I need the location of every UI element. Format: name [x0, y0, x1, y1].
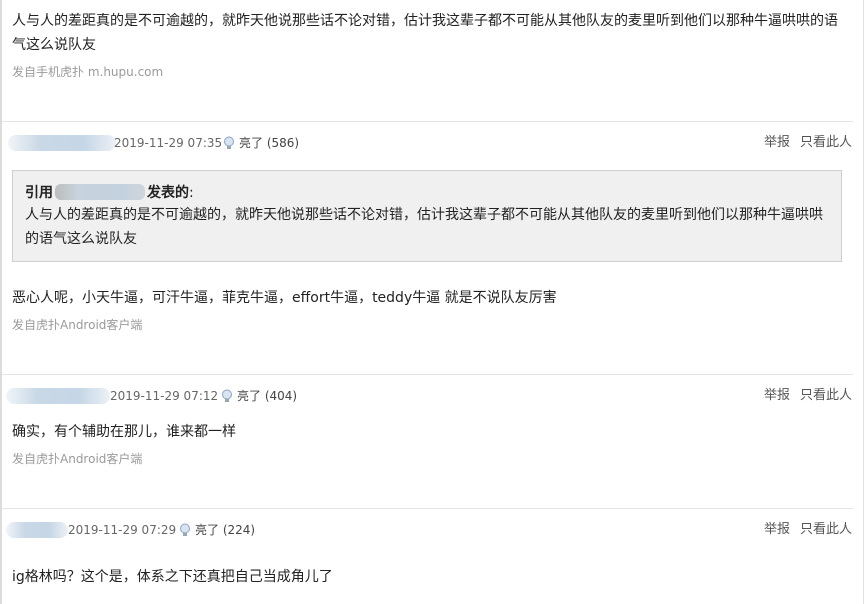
reply-divider [2, 508, 853, 509]
reply-time: 2019-11-29 07:12 [110, 389, 219, 403]
only-this-user-link[interactable]: 只看此人 [800, 135, 852, 150]
post-body: 人与人的差距真的是不可逾越的，就昨天他说那些话不论对错，估计我这辈子都不可能从其… [12, 13, 838, 53]
reply-time: 2019-11-29 07:29 [68, 523, 177, 537]
lightbulb-icon[interactable] [178, 523, 192, 537]
username-blurred[interactable] [8, 135, 116, 151]
username-blurred[interactable] [6, 388, 110, 404]
post-source: 发自虎扑Android客户端 [12, 452, 143, 466]
post-body: ig格林吗？这个是，体系之下还真把自己当成角儿了 [12, 569, 333, 585]
quote-body: 人与人的差距真的是不可逾越的，就昨天他说那些话不论对错，估计我这辈子都不可能从其… [25, 207, 823, 247]
only-this-user-link[interactable]: 只看此人 [800, 522, 852, 537]
light-count[interactable]: 亮了 (224) [195, 520, 255, 540]
light-count[interactable]: 亮了 (586) [239, 133, 299, 153]
reply-meta: 2019-11-29 07:35 亮了 (586) 举报 只看此人 [2, 133, 852, 153]
reply-meta: 2019-11-29 07:29 亮了 (224) 举报 只看此人 [2, 520, 852, 540]
post-source: 发自虎扑Android客户端 [12, 318, 143, 332]
reply-actions: 举报 只看此人 [754, 520, 852, 540]
reply-time: 2019-11-29 07:35 [114, 136, 223, 150]
report-link[interactable]: 举报 [764, 522, 790, 537]
reply-meta: 2019-11-29 07:12 亮了 (404) 举报 只看此人 [2, 386, 852, 406]
lightbulb-icon[interactable] [222, 136, 236, 150]
report-link[interactable]: 举报 [764, 388, 790, 403]
quote-block: 引用 发表的: 人与人的差距真的是不可逾越的，就昨天他说那些话不论对错，估计我这辈… [12, 170, 842, 262]
quote-colon: : [189, 185, 194, 201]
quote-header: 引用 发表的: [25, 182, 194, 202]
post-source: 发自手机虎扑 m.hupu.com [12, 65, 164, 79]
quote-prefix: 引用 [25, 185, 53, 201]
reply-actions: 举报 只看此人 [754, 133, 852, 153]
post-body: 确实，有个辅助在那儿，谁来都一样 [12, 424, 236, 440]
username-blurred[interactable] [6, 522, 68, 538]
quote-suffix: 发表的 [147, 185, 189, 201]
page-left-border [0, 0, 2, 604]
only-this-user-link[interactable]: 只看此人 [800, 388, 852, 403]
reply-divider [2, 374, 853, 375]
lightbulb-icon[interactable] [220, 389, 234, 403]
post-body: 恶心人呢，小天牛逼，可汗牛逼，菲克牛逼，effort牛逼，teddy牛逼 就是不… [12, 290, 557, 306]
quoted-username-blurred[interactable] [55, 184, 145, 200]
light-count[interactable]: 亮了 (404) [237, 386, 297, 406]
reply-actions: 举报 只看此人 [754, 386, 852, 406]
reply-divider [2, 121, 853, 122]
report-link[interactable]: 举报 [764, 135, 790, 150]
